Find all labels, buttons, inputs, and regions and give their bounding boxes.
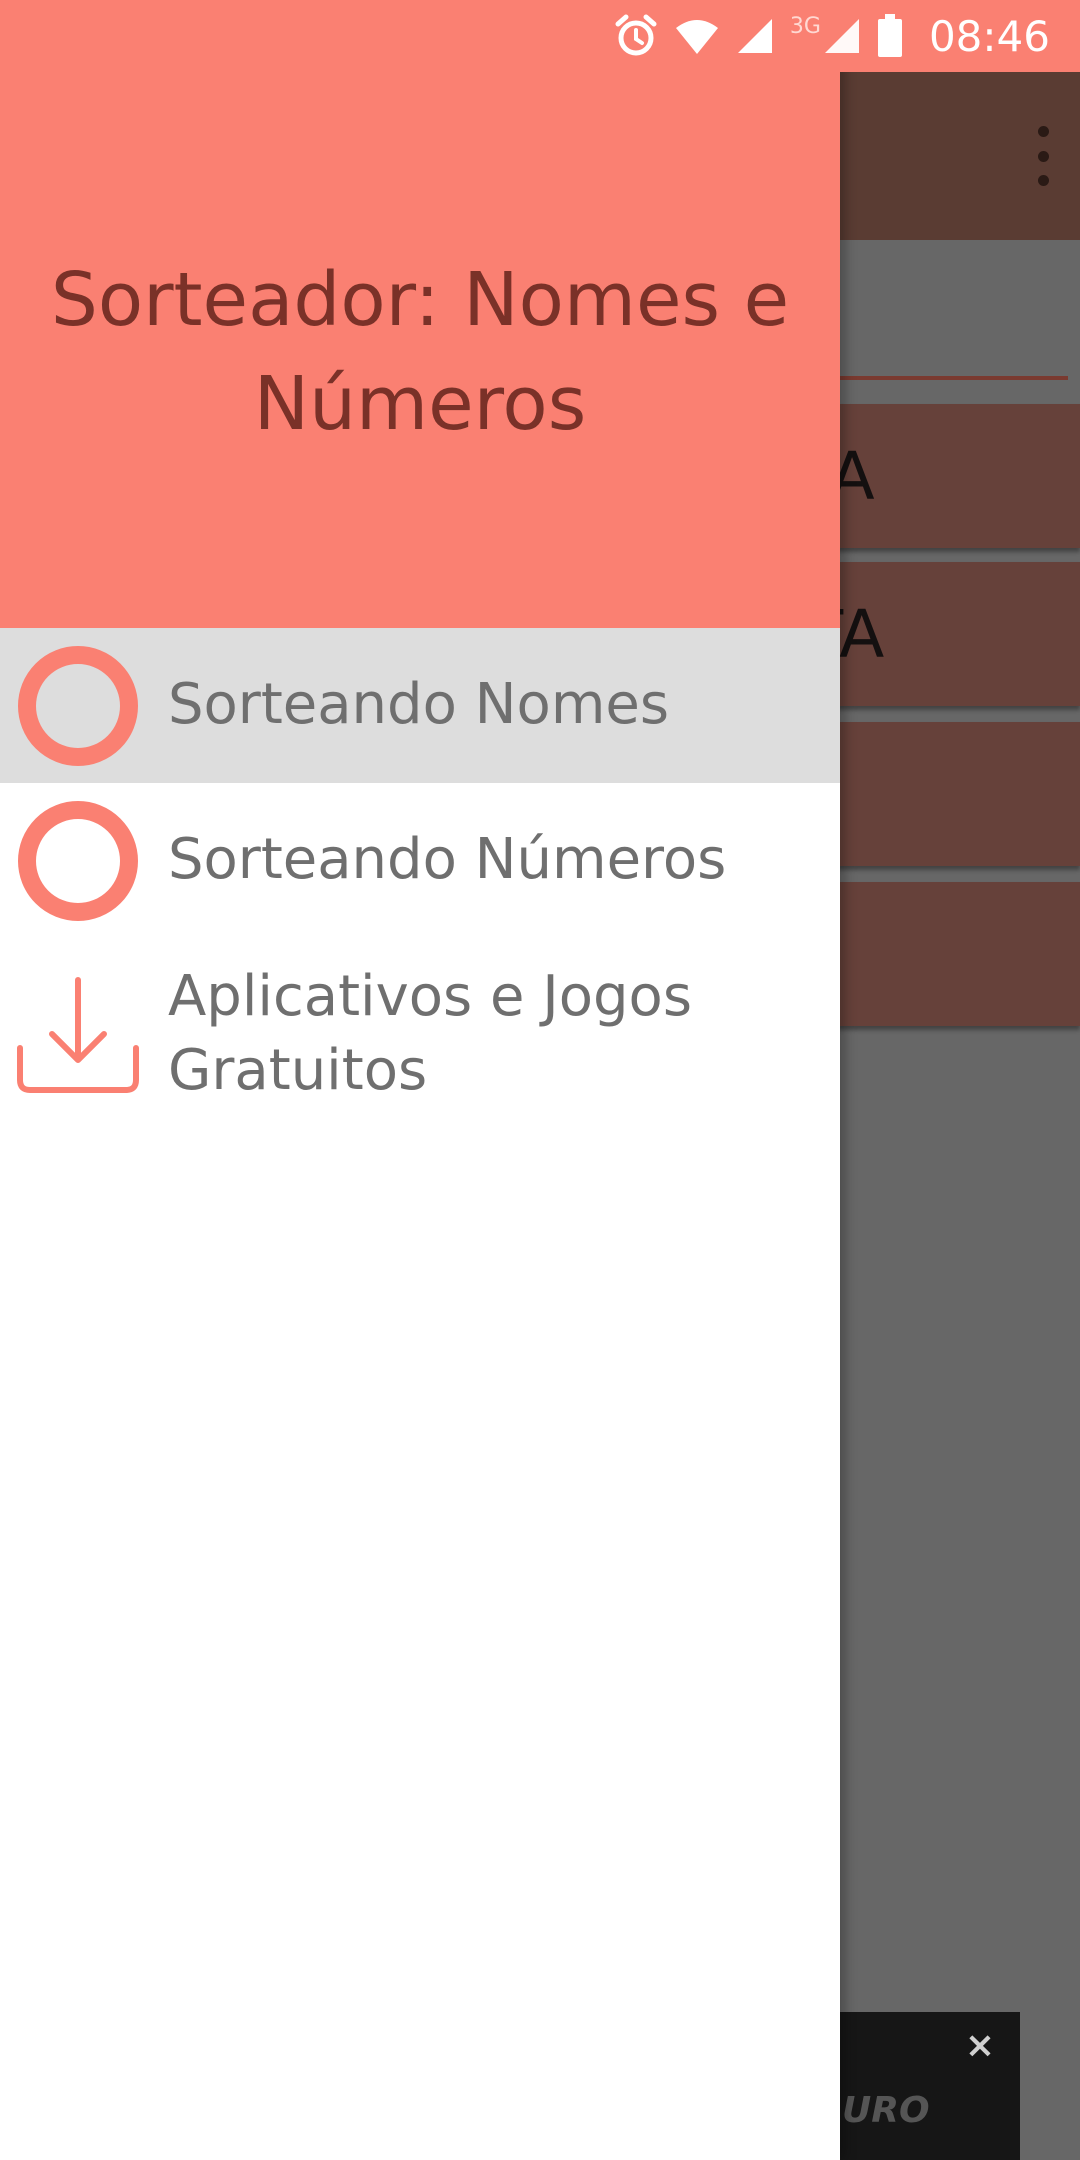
signal-3g-icon xyxy=(824,19,859,53)
status-bar: 3G 08:46 xyxy=(0,0,1080,72)
ring-icon xyxy=(18,801,138,921)
ring-icon xyxy=(18,646,138,766)
wifi-icon xyxy=(675,20,718,54)
menu-item-label: Sorteando Números xyxy=(168,827,727,892)
battery-icon xyxy=(877,14,902,57)
menu-item-label: Aplicativos e Jogos Gratuitos xyxy=(168,964,692,1103)
alarm-icon xyxy=(615,14,657,56)
app-button-label xyxy=(820,882,1080,1026)
navigation-drawer: Sorteador: Nomes e Números Sorteando Nom… xyxy=(0,0,840,2160)
menu-item-aplicativos-jogos[interactable]: Aplicativos e Jogos Gratuitos xyxy=(0,938,840,1138)
app-button-1[interactable]: ISTA xyxy=(820,404,1080,548)
input-underline xyxy=(800,376,1068,380)
screen: ISTA STA URO × 3G xyxy=(0,0,1080,2160)
app-button-label: ISTA xyxy=(820,437,876,515)
download-icon xyxy=(17,977,139,1093)
ad-close-icon[interactable]: × xyxy=(960,2026,1000,2066)
ad-text: URO xyxy=(842,2090,930,2131)
ad-banner[interactable]: URO × xyxy=(820,2012,1020,2160)
network-type-label: 3G xyxy=(789,13,821,39)
drawer-title: Sorteador: Nomes e Números xyxy=(50,257,790,447)
status-time: 08:46 xyxy=(928,11,1050,61)
app-button-label xyxy=(820,722,1080,866)
status-icons: 3G 08:46 xyxy=(614,0,1050,72)
menu-item-sorteando-numeros[interactable]: Sorteando Números xyxy=(0,783,840,938)
menu-item-sorteando-nomes[interactable]: Sorteando Nomes xyxy=(0,628,840,783)
app-button-4[interactable] xyxy=(820,882,1080,1026)
menu-item-label: Sorteando Nomes xyxy=(168,672,669,737)
app-button-2[interactable]: STA xyxy=(820,562,1080,706)
signal-icon xyxy=(737,19,772,53)
overflow-menu-icon[interactable] xyxy=(1028,126,1058,186)
app-button-label: STA xyxy=(820,595,886,673)
app-button-3[interactable] xyxy=(820,722,1080,866)
drawer-header: Sorteador: Nomes e Números xyxy=(0,0,840,628)
